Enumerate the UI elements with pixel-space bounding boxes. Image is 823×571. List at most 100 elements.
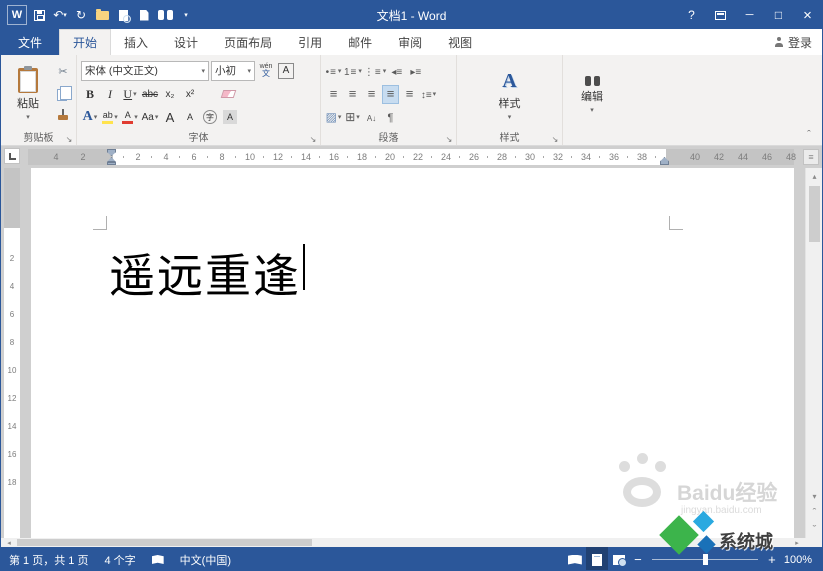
distributed-button[interactable] <box>401 85 418 104</box>
text-effects-button[interactable]: A <box>81 108 99 127</box>
bold-button[interactable]: B <box>81 85 99 104</box>
scroll-right-button[interactable] <box>789 538 805 547</box>
font-color-button[interactable]: A <box>121 108 139 127</box>
tab-view[interactable]: 视图 <box>435 29 485 55</box>
zoom-level[interactable]: 100% <box>780 554 822 566</box>
font-size-dropdown-icon[interactable] <box>247 67 251 75</box>
highlight-dropdown-icon[interactable] <box>114 113 118 121</box>
horizontal-ruler[interactable]: 4224681012141618202224262830323436384042… <box>28 149 794 165</box>
tab-file[interactable]: 文件 <box>1 29 59 55</box>
web-layout-button[interactable] <box>608 547 630 571</box>
customize-qat-button[interactable] <box>177 5 195 25</box>
next-page-button[interactable] <box>806 522 823 538</box>
superscript-button[interactable]: x² <box>181 85 199 104</box>
paste-dropdown-icon[interactable] <box>26 113 30 121</box>
font-dialog-launcher[interactable] <box>308 134 318 144</box>
vertical-scrollbar-thumb[interactable] <box>809 186 820 242</box>
underline-button[interactable]: U <box>121 85 139 104</box>
copy-button[interactable] <box>53 84 73 102</box>
font-size-combo[interactable]: 小初 <box>211 61 255 81</box>
clear-formatting-button[interactable] <box>219 85 237 104</box>
strikethrough-button[interactable]: abc <box>141 85 159 104</box>
undo-dropdown-icon[interactable] <box>63 11 67 19</box>
minimize-button[interactable] <box>735 1 764 29</box>
save-button[interactable] <box>30 5 48 25</box>
tab-review[interactable]: 审阅 <box>385 29 435 55</box>
styles-dialog-launcher[interactable] <box>550 134 560 144</box>
new-document-button[interactable] <box>135 5 153 25</box>
language-indicator[interactable]: 中文(中国) <box>172 547 239 571</box>
print-preview-button[interactable] <box>114 5 132 25</box>
borders-dropdown-icon[interactable] <box>356 113 360 121</box>
multilevel-list-button[interactable] <box>364 61 386 80</box>
zoom-slider[interactable] <box>646 547 764 571</box>
redo-button[interactable] <box>72 5 90 25</box>
font-name-combo[interactable]: 宋体 (中文正文) <box>81 61 209 81</box>
text-effects-dropdown-icon[interactable] <box>94 113 98 121</box>
pinyin-guide-button[interactable]: wén文 <box>257 61 275 80</box>
highlight-color-button[interactable]: ab <box>101 108 119 127</box>
bullets-dropdown-icon[interactable] <box>338 67 342 75</box>
italic-button[interactable]: I <box>101 85 119 104</box>
editing-button[interactable]: 编辑 <box>562 59 622 131</box>
line-spacing-button[interactable] <box>420 85 437 104</box>
find-button[interactable] <box>156 5 174 25</box>
change-case-button[interactable]: Aa <box>141 108 159 127</box>
editing-dropdown-icon[interactable] <box>590 106 594 114</box>
document-text[interactable]: 遥远重逢 <box>109 240 301 306</box>
numbering-button[interactable] <box>344 61 362 80</box>
shading-dropdown-icon[interactable] <box>338 113 342 121</box>
show-hide-marks-button[interactable] <box>382 108 399 127</box>
font-color-dropdown-icon[interactable] <box>134 113 138 121</box>
character-border-button[interactable]: A <box>277 61 295 80</box>
multilevel-dropdown-icon[interactable] <box>383 67 387 75</box>
change-case-dropdown-icon[interactable] <box>155 113 159 121</box>
left-indent-marker[interactable] <box>107 162 116 165</box>
ruler-toggle-button[interactable] <box>803 149 819 165</box>
sort-button[interactable] <box>363 108 380 127</box>
horizontal-scrollbar[interactable] <box>1 538 822 547</box>
tab-references[interactable]: 引用 <box>285 29 335 55</box>
justify-button[interactable] <box>382 85 399 104</box>
scroll-up-button[interactable] <box>806 168 823 184</box>
read-mode-button[interactable] <box>564 547 586 571</box>
vertical-scrollbar[interactable] <box>805 168 822 538</box>
help-button[interactable] <box>677 1 706 29</box>
zoom-slider-thumb[interactable] <box>703 554 708 565</box>
print-layout-button[interactable] <box>586 547 608 571</box>
zoom-in-button[interactable]: + <box>764 547 780 571</box>
borders-button[interactable] <box>344 108 361 127</box>
tab-mailings[interactable]: 邮件 <box>335 29 385 55</box>
line-spacing-dropdown-icon[interactable] <box>433 90 437 98</box>
align-left-button[interactable] <box>325 85 342 104</box>
grow-font-button[interactable]: A <box>161 108 179 127</box>
page[interactable]: 遥远重逢 <box>31 168 794 538</box>
tab-insert[interactable]: 插入 <box>111 29 161 55</box>
maximize-button[interactable] <box>764 1 793 29</box>
scroll-down-button[interactable] <box>806 488 823 504</box>
collapse-ribbon-button[interactable] <box>802 129 816 141</box>
tab-page-layout[interactable]: 页面布局 <box>211 29 285 55</box>
shrink-font-button[interactable]: A <box>181 108 199 127</box>
zoom-out-button[interactable]: − <box>630 547 646 571</box>
tab-home[interactable]: 开始 <box>59 29 111 55</box>
undo-button[interactable] <box>51 5 69 25</box>
decrease-indent-button[interactable] <box>388 61 405 80</box>
tab-design[interactable]: 设计 <box>161 29 211 55</box>
open-button[interactable] <box>93 5 111 25</box>
format-painter-button[interactable] <box>53 106 73 124</box>
underline-dropdown-icon[interactable] <box>133 90 137 98</box>
page-info[interactable]: 第 1 页，共 1 页 <box>1 547 96 571</box>
enclose-characters-button[interactable]: 字 <box>201 108 219 127</box>
shading-button[interactable] <box>325 108 342 127</box>
bullets-button[interactable] <box>325 61 342 80</box>
paragraph-dialog-launcher[interactable] <box>444 134 454 144</box>
subscript-button[interactable]: x₂ <box>161 85 179 104</box>
numbering-dropdown-icon[interactable] <box>358 67 362 75</box>
character-shading-button[interactable]: A <box>221 108 239 127</box>
close-button[interactable] <box>793 1 822 29</box>
align-right-button[interactable] <box>363 85 380 104</box>
tab-stop-selector[interactable] <box>4 148 20 164</box>
previous-page-button[interactable] <box>806 505 823 521</box>
sign-in-button[interactable]: 登录 <box>774 29 812 55</box>
